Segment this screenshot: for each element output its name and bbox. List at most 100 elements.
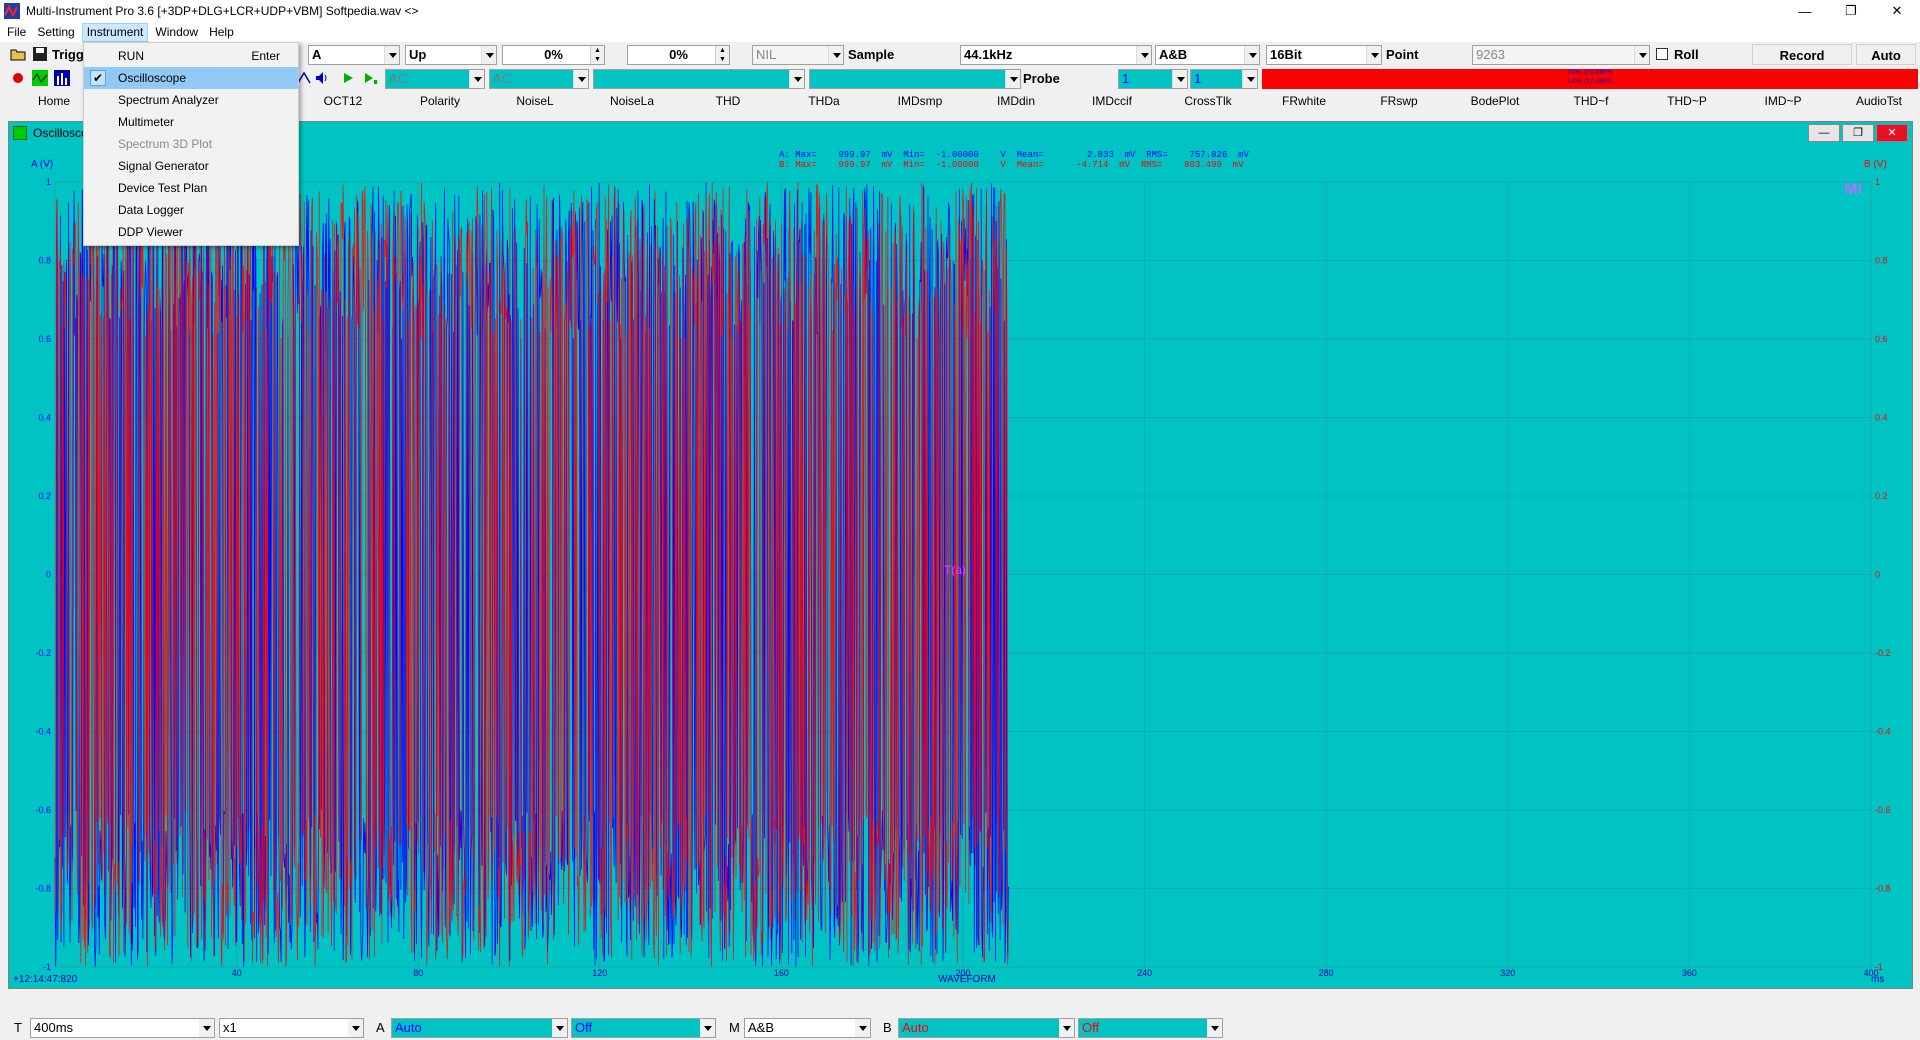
tab-polarity[interactable]: Polarity bbox=[401, 91, 479, 111]
a-offset-select[interactable]: Off bbox=[571, 1018, 716, 1038]
trigger-delay-spinner[interactable]: 0% ▲ ▼ bbox=[627, 45, 730, 65]
menu-file[interactable]: File bbox=[3, 23, 30, 42]
trigger-level-spinner[interactable]: 0% ▲ ▼ bbox=[502, 45, 605, 65]
tab-imd-p[interactable]: IMD~P bbox=[1744, 91, 1822, 111]
y-tick-label-right: -0.4 bbox=[1875, 727, 1891, 737]
tab-frwhite[interactable]: FRwhite bbox=[1264, 91, 1344, 111]
coupling-a-select[interactable]: AC bbox=[385, 69, 485, 89]
y-tick-label-left: -0.8 bbox=[35, 884, 51, 894]
menu-instrument[interactable]: Instrument bbox=[81, 22, 149, 42]
probe-a-select[interactable]: 1 bbox=[1118, 69, 1188, 89]
menu-item-label: Spectrum 3D Plot bbox=[118, 137, 213, 151]
spectrum-icon[interactable] bbox=[54, 70, 70, 86]
menu-window[interactable]: Window bbox=[151, 23, 202, 42]
tab-imddin[interactable]: IMDdin bbox=[976, 91, 1056, 111]
trigger-delay-value: 0% bbox=[669, 47, 688, 62]
tab-thd-f[interactable]: THD~f bbox=[1552, 91, 1630, 111]
trigger-source-select[interactable]: A bbox=[308, 45, 400, 65]
record-dot-icon[interactable] bbox=[10, 70, 26, 86]
x-tick-label: 240 bbox=[1137, 968, 1152, 978]
points-select[interactable]: 9263 bbox=[1472, 45, 1650, 65]
a-range-select[interactable]: Auto bbox=[391, 1018, 568, 1038]
stats-channel-a: A: Max= 999.97 mV Min= -1.00000 V Mean= … bbox=[779, 150, 1249, 160]
oscilloscope-icon[interactable] bbox=[32, 70, 48, 86]
timebase-select[interactable]: 400ms bbox=[30, 1018, 215, 1038]
chevron-down-icon bbox=[1136, 46, 1151, 64]
level-meter-b: 100% (0.0 dBFS) bbox=[1566, 79, 1614, 85]
y-tick-label-left: 0.6 bbox=[38, 334, 51, 344]
tab-crosstlk[interactable]: CrossTlk bbox=[1168, 91, 1248, 111]
tab-audiotst[interactable]: AudioTst bbox=[1840, 91, 1918, 111]
range-a-select[interactable] bbox=[593, 69, 805, 89]
bits-select[interactable]: 16Bit bbox=[1266, 45, 1382, 65]
spin-arrows-icon[interactable]: ▲ ▼ bbox=[715, 46, 729, 64]
save-icon[interactable] bbox=[32, 46, 48, 62]
a-range-value: Auto bbox=[395, 1020, 422, 1035]
chevron-down-icon bbox=[1207, 1019, 1222, 1037]
speaker-icon[interactable] bbox=[314, 70, 330, 86]
level-meter: 100% (0.0 dBFS) 100% (0.0 dBFS) bbox=[1262, 69, 1918, 89]
zoom-value: x1 bbox=[223, 1020, 237, 1035]
y-tick-label-right: 0 bbox=[1875, 570, 1880, 580]
menu-item-label: Multimeter bbox=[118, 115, 175, 129]
coupling-b-select[interactable]: AC bbox=[489, 69, 589, 89]
oscilloscope-window: Oscilloscope — ❐ ✕ 40 80 120 160 200 240 280 32… bbox=[8, 121, 1913, 989]
tab-thd-p[interactable]: THD~P bbox=[1648, 91, 1726, 111]
sample-rate-value: 44.1kHz bbox=[964, 47, 1013, 62]
menu-item-label: Data Logger bbox=[118, 203, 185, 217]
tab-home[interactable]: Home bbox=[18, 91, 90, 111]
menu-item-multimeter[interactable]: Multimeter bbox=[84, 111, 298, 133]
y-tick-label-left: 0 bbox=[46, 570, 51, 580]
mi-watermark: MI bbox=[1844, 181, 1862, 198]
menu-item-label: DDP Viewer bbox=[118, 225, 183, 239]
channel-b-label: B bbox=[883, 1020, 892, 1035]
tab-noisela[interactable]: NoiseLa bbox=[594, 91, 670, 111]
range-b-select[interactable] bbox=[809, 69, 1021, 89]
play-icon[interactable] bbox=[340, 70, 356, 86]
menu-item-ddp-viewer[interactable]: DDP Viewer bbox=[84, 221, 298, 243]
menu-item-signal-generator[interactable]: Signal Generator bbox=[84, 155, 298, 177]
tab-thd[interactable]: THD bbox=[690, 91, 766, 111]
y-tick-label-left: -0.4 bbox=[35, 727, 51, 737]
menu-bar: File Setting Instrument Window Help bbox=[0, 22, 1920, 42]
tab-imdccif[interactable]: IMDccif bbox=[1072, 91, 1152, 111]
menu-item-run[interactable]: RUN Enter bbox=[84, 45, 298, 67]
menu-item-oscilloscope[interactable]: ✔ Oscilloscope bbox=[84, 67, 298, 89]
chevron-down-icon bbox=[1005, 70, 1020, 88]
tab-bodeplot[interactable]: BodePlot bbox=[1456, 91, 1534, 111]
menu-setting[interactable]: Setting bbox=[33, 23, 78, 42]
tab-noisel[interactable]: NoiseL bbox=[498, 91, 572, 111]
sample-rate-select[interactable]: 44.1kHz bbox=[960, 45, 1152, 65]
b-offset-select[interactable]: Off bbox=[1078, 1018, 1223, 1038]
probe-b-select[interactable]: 1 bbox=[1190, 69, 1258, 89]
tab-imdsmp[interactable]: IMDsmp bbox=[880, 91, 960, 111]
x-axis-unit: ms bbox=[1871, 974, 1884, 985]
trigger-edge-select[interactable]: Up bbox=[405, 45, 497, 65]
zoom-select[interactable]: x1 bbox=[219, 1018, 364, 1038]
record-button[interactable]: Record bbox=[1752, 44, 1852, 65]
auto-button[interactable]: Auto bbox=[1856, 44, 1916, 65]
menu-item-spectrum-analyzer[interactable]: Spectrum Analyzer bbox=[84, 89, 298, 111]
open-folder-icon[interactable] bbox=[10, 46, 26, 62]
tab-thda[interactable]: THDa bbox=[786, 91, 862, 111]
trigger-edge-value: Up bbox=[409, 47, 427, 62]
math-select[interactable]: A&B bbox=[744, 1018, 871, 1038]
tab-oct12[interactable]: OCT12 bbox=[306, 91, 380, 111]
channels-select[interactable]: A&B bbox=[1155, 45, 1260, 65]
b-range-select[interactable]: Auto bbox=[898, 1018, 1075, 1038]
channel-a-label: A bbox=[376, 1020, 385, 1035]
menu-item-device-test-plan[interactable]: Device Test Plan bbox=[84, 177, 298, 199]
title-bar: Multi-Instrument Pro 3.6 [+3DP+DLG+LCR+U… bbox=[0, 0, 1920, 22]
menu-item-data-logger[interactable]: Data Logger bbox=[84, 199, 298, 221]
probe-a-value: 1 bbox=[1122, 71, 1130, 86]
restore-button[interactable]: ❐ bbox=[1828, 0, 1874, 22]
close-button[interactable]: ✕ bbox=[1874, 0, 1920, 22]
minimize-button[interactable]: — bbox=[1782, 0, 1828, 22]
spin-arrows-icon[interactable]: ▲ ▼ bbox=[590, 46, 604, 64]
tab-frswp[interactable]: FRswp bbox=[1360, 91, 1438, 111]
play-step-icon[interactable] bbox=[362, 70, 378, 86]
nil-select[interactable]: NIL bbox=[752, 45, 844, 65]
oscilloscope-plot[interactable]: 40 80 120 160 200 240 280 320 360 4001 10.8 0.80.6 0… bbox=[9, 122, 1914, 990]
roll-checkbox[interactable] bbox=[1656, 48, 1668, 60]
menu-help[interactable]: Help bbox=[205, 23, 238, 42]
